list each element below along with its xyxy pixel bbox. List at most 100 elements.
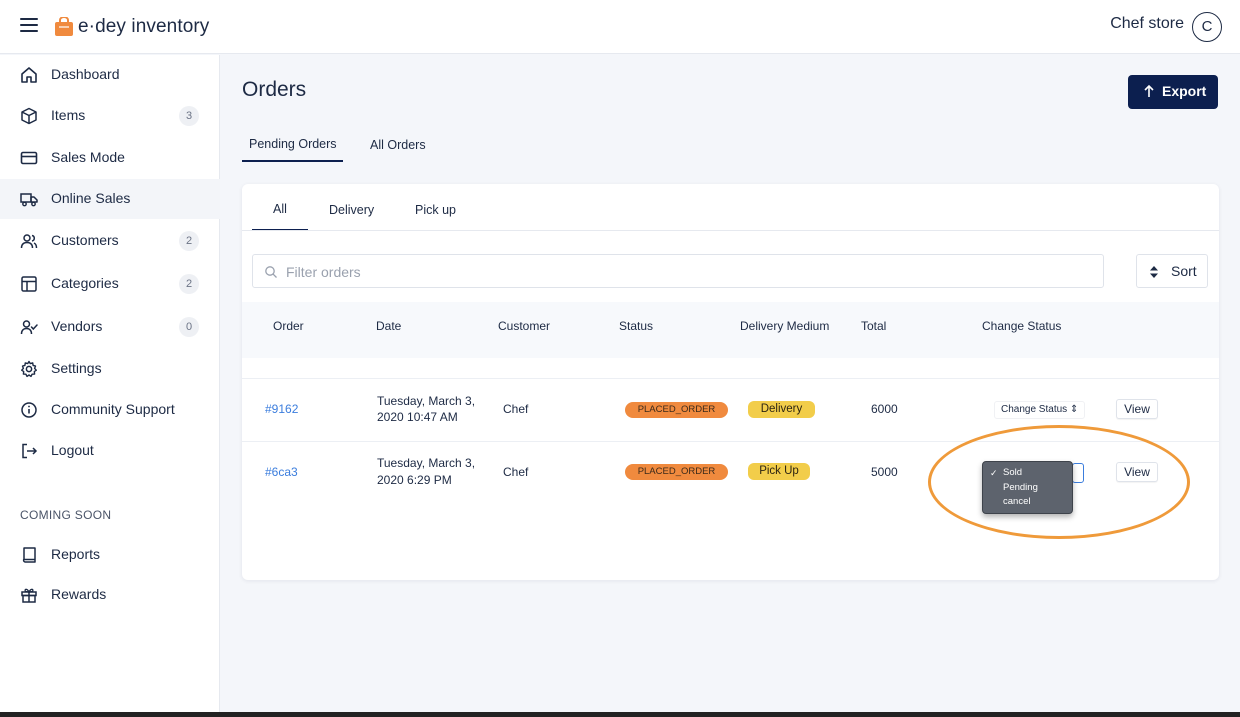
- count-badge: 2: [179, 231, 199, 251]
- sidebar-item-rewards[interactable]: Rewards: [0, 575, 220, 615]
- dropdown-option-cancel[interactable]: cancel: [1003, 496, 1030, 507]
- change-status-label: Change Status: [1001, 404, 1068, 415]
- subtab-pick-up[interactable]: Pick up: [415, 203, 456, 217]
- table-header: Order Date Customer Status Delivery Medi…: [242, 302, 1219, 358]
- column-header-total: Total: [861, 319, 887, 333]
- export-button[interactable]: Export: [1128, 75, 1218, 109]
- app-name: e·dey inventory: [78, 16, 210, 37]
- change-status-select[interactable]: [1072, 463, 1084, 483]
- book-icon: [22, 547, 36, 563]
- sidebar-item-label: Sales Mode: [51, 149, 125, 165]
- customer-name: Chef: [503, 465, 529, 479]
- divider: [242, 230, 1219, 231]
- sidebar-item-logout[interactable]: Logout: [0, 431, 220, 471]
- active-tab-indicator: [242, 160, 343, 162]
- sidebar-item-sales-mode[interactable]: Sales Mode: [0, 138, 220, 178]
- subtab-all[interactable]: All: [273, 202, 287, 216]
- view-button[interactable]: View: [1116, 399, 1158, 419]
- sidebar-item-label: Rewards: [51, 586, 107, 602]
- column-header-date: Date: [376, 319, 402, 333]
- sidebar: Dashboard Items 3 Sales Mode Online Sale…: [0, 55, 220, 717]
- sidebar-item-label: Categories: [51, 275, 119, 291]
- count-badge: 0: [179, 317, 199, 337]
- column-header-status: Status: [619, 319, 654, 333]
- sidebar-item-vendors[interactable]: Vendors 0: [0, 307, 220, 347]
- window-edge: [0, 712, 1240, 717]
- order-total: 5000: [871, 465, 898, 479]
- sidebar-item-label: Vendors: [51, 318, 103, 334]
- delivery-medium-badge: Pick Up: [748, 463, 810, 480]
- delivery-medium-badge: Delivery: [748, 401, 815, 418]
- box-icon: [21, 107, 37, 125]
- filter-box: [252, 254, 1104, 288]
- sidebar-item-label: Reports: [51, 546, 101, 562]
- dropdown-option-pending[interactable]: Pending: [1003, 482, 1038, 493]
- logo-icon: [55, 17, 73, 36]
- tab-all-orders[interactable]: All Orders: [370, 138, 426, 152]
- sort-label: Sort: [1171, 263, 1197, 279]
- select-arrows-icon: ⇕: [1069, 404, 1079, 415]
- sidebar-item-label: Logout: [51, 442, 94, 458]
- truck-icon: [20, 193, 38, 207]
- order-total: 6000: [871, 402, 898, 416]
- row-divider: [242, 378, 1219, 379]
- sidebar-item-label: Community Support: [51, 401, 175, 417]
- order-date-line1: Tuesday, March 3,: [377, 456, 476, 470]
- avatar[interactable]: C: [1192, 12, 1222, 42]
- orders-card: All Delivery Pick up Sort Order Date Cus…: [242, 184, 1219, 580]
- sidebar-item-label: Customers: [51, 232, 119, 248]
- users-icon: [20, 234, 38, 249]
- top-bar: e·dey inventory Chef store C: [0, 0, 1240, 54]
- sidebar-item-label: Settings: [51, 360, 102, 376]
- column-header-delivery-medium: Delivery Medium: [740, 319, 830, 333]
- arrow-up-icon: [1144, 84, 1154, 97]
- page-title: Orders: [242, 78, 307, 101]
- checkmark-icon: ✓: [990, 468, 998, 478]
- section-label-coming-soon: COMING SOON: [20, 508, 112, 522]
- order-link[interactable]: #9162: [265, 402, 298, 417]
- info-icon: [21, 402, 37, 418]
- column-header-customer: Customer: [498, 319, 551, 333]
- customer-name: Chef: [503, 402, 529, 416]
- dropdown-option-sold[interactable]: Sold: [1003, 467, 1022, 478]
- sidebar-item-settings[interactable]: Settings: [0, 349, 220, 389]
- home-icon: [21, 67, 37, 83]
- sidebar-item-online-sales[interactable]: Online Sales: [0, 179, 220, 219]
- order-date-line2: 2020 10:47 AM: [377, 410, 458, 424]
- view-button[interactable]: View: [1116, 462, 1158, 482]
- sidebar-item-dashboard[interactable]: Dashboard: [0, 55, 220, 95]
- sort-button[interactable]: Sort: [1136, 254, 1208, 288]
- gear-icon: [21, 360, 37, 378]
- sidebar-item-community-support[interactable]: Community Support: [0, 390, 220, 430]
- change-status-select[interactable]: Change Status ⇕: [994, 401, 1086, 419]
- logout-icon: [22, 443, 38, 459]
- row-divider: [242, 441, 1219, 442]
- sort-icon: [1150, 266, 1158, 278]
- status-dropdown-menu: ✓ Sold Pending cancel: [982, 461, 1073, 514]
- card-icon: [20, 151, 38, 165]
- column-header-change-status: Change Status: [982, 319, 1062, 333]
- subtab-delivery[interactable]: Delivery: [329, 203, 374, 217]
- sidebar-item-customers[interactable]: Customers 2: [0, 221, 220, 261]
- sidebar-item-label: Dashboard: [51, 66, 120, 82]
- count-badge: 2: [179, 274, 199, 294]
- order-date-line2: 2020 6:29 PM: [377, 473, 452, 487]
- export-label: Export: [1162, 83, 1207, 99]
- user-check-icon: [20, 320, 38, 335]
- status-badge: PLACED_ORDER: [625, 464, 728, 480]
- sidebar-item-label: Online Sales: [51, 190, 131, 206]
- sidebar-item-reports[interactable]: Reports: [0, 535, 220, 575]
- search-icon: [265, 266, 277, 278]
- status-badge: PLACED_ORDER: [625, 402, 728, 418]
- column-header-order: Order: [273, 319, 304, 333]
- order-date-line1: Tuesday, March 3,: [377, 394, 476, 408]
- count-badge: 3: [179, 106, 199, 126]
- menu-icon[interactable]: [20, 18, 38, 32]
- sidebar-item-label: Items: [51, 107, 86, 123]
- filter-input[interactable]: [286, 261, 1086, 283]
- sidebar-item-items[interactable]: Items 3: [0, 96, 220, 136]
- tab-pending-orders[interactable]: Pending Orders: [249, 137, 337, 151]
- order-link[interactable]: #6ca3: [265, 465, 298, 480]
- store-name[interactable]: Chef store: [1110, 15, 1184, 33]
- sidebar-item-categories[interactable]: Categories 2: [0, 264, 220, 304]
